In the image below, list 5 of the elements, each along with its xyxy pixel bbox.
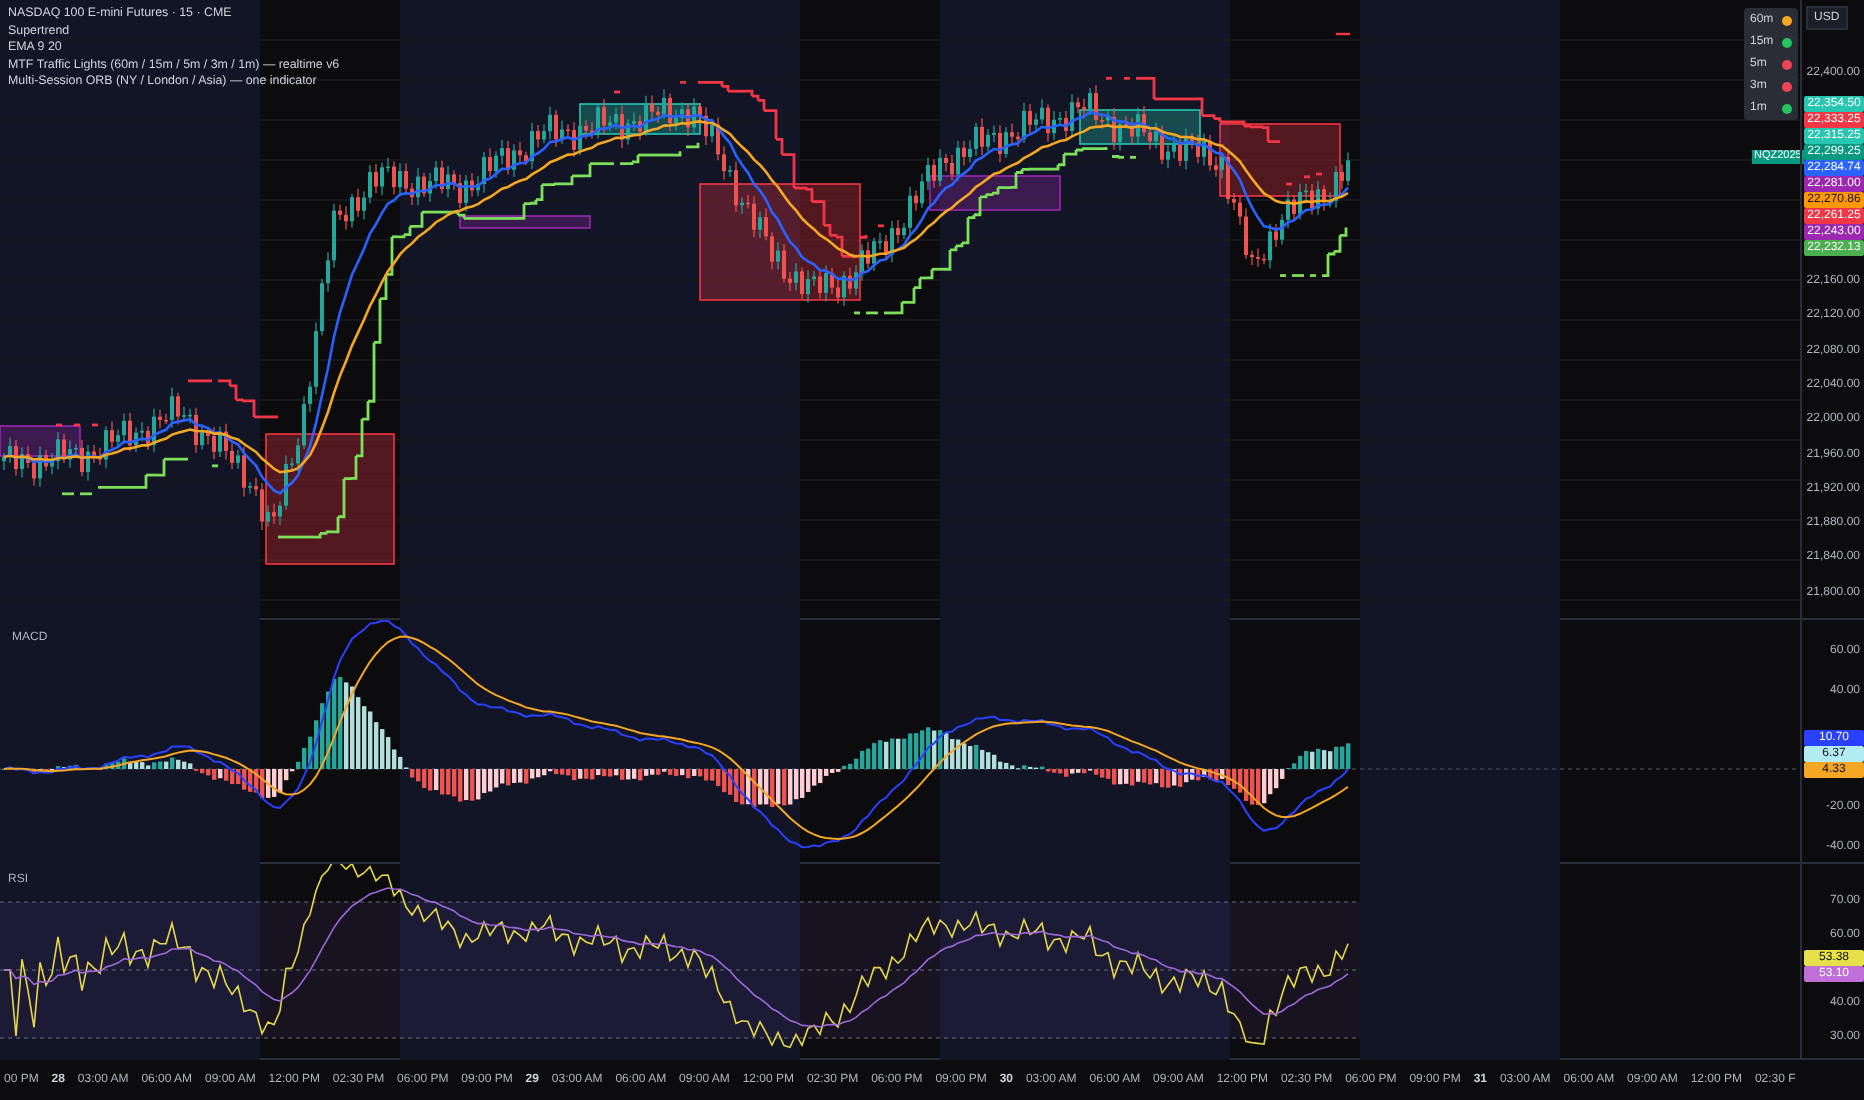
opening-range-box (929, 175, 1061, 211)
opening-range-box (1219, 123, 1341, 197)
opening-range-box (265, 433, 395, 565)
opening-range-box (459, 215, 591, 229)
level-marker (1336, 32, 1350, 36)
